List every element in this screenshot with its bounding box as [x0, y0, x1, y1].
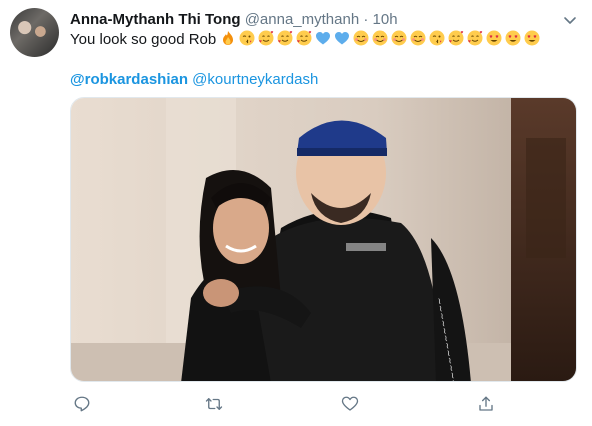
heart-eyes-icon: [486, 30, 502, 46]
hearts-smile-icon: [467, 30, 483, 46]
reply-button[interactable]: [70, 392, 94, 416]
mention-link[interactable]: @kourtneykardash: [192, 71, 318, 88]
blush-icon: [410, 30, 426, 46]
hearts-smile-icon: [448, 30, 464, 46]
share-button[interactable]: [474, 392, 498, 416]
timestamp[interactable]: 10h: [373, 11, 398, 28]
blush-icon: [353, 30, 369, 46]
heart-eyes-icon: [524, 30, 540, 46]
retweet-button[interactable]: [202, 392, 226, 416]
tweet-actions: [70, 392, 577, 416]
kiss-icon: [429, 30, 445, 46]
user-handle[interactable]: @anna_mythanh: [245, 11, 359, 28]
blush-icon: [391, 30, 407, 46]
blue-heart-icon: [335, 32, 350, 45]
separator-dot: ·: [363, 11, 369, 28]
emoji-sequence: [220, 30, 543, 48]
mentions: @robkardashian @kourtneykardash: [70, 70, 318, 90]
hearts-smile-icon: [296, 30, 312, 46]
like-icon: [341, 396, 359, 411]
display-name[interactable]: Anna-Mythanh Thi Tong: [70, 11, 241, 28]
blush-icon: [372, 30, 388, 46]
tweet-header: Anna-Mythanh Thi Tong @anna_mythanh · 10…: [70, 10, 562, 30]
photo-image: ~~~~~~~~~~~~~~: [71, 98, 576, 381]
like-button[interactable]: [338, 392, 362, 416]
chevron-down-icon[interactable]: [562, 12, 578, 28]
retweet-icon: [205, 398, 223, 410]
tweet: Anna-Mythanh Thi Tong @anna_mythanh · 10…: [0, 0, 592, 426]
blue-heart-icon: [316, 32, 331, 45]
fire-icon: [223, 31, 234, 45]
share-icon: [479, 396, 493, 411]
hearts-smile-icon: [277, 30, 293, 46]
tweet-text: You look so good Rob: [70, 30, 580, 50]
reply-icon: [74, 396, 90, 412]
mention-link[interactable]: @robkardashian: [70, 71, 188, 88]
tweet-photo[interactable]: ~~~~~~~~~~~~~~: [70, 97, 577, 382]
avatar[interactable]: [10, 8, 59, 57]
heart-eyes-icon: [505, 30, 521, 46]
kiss-icon: [239, 30, 255, 46]
tweet-text-content: You look so good Rob: [70, 31, 217, 48]
hearts-smile-icon: [258, 30, 274, 46]
